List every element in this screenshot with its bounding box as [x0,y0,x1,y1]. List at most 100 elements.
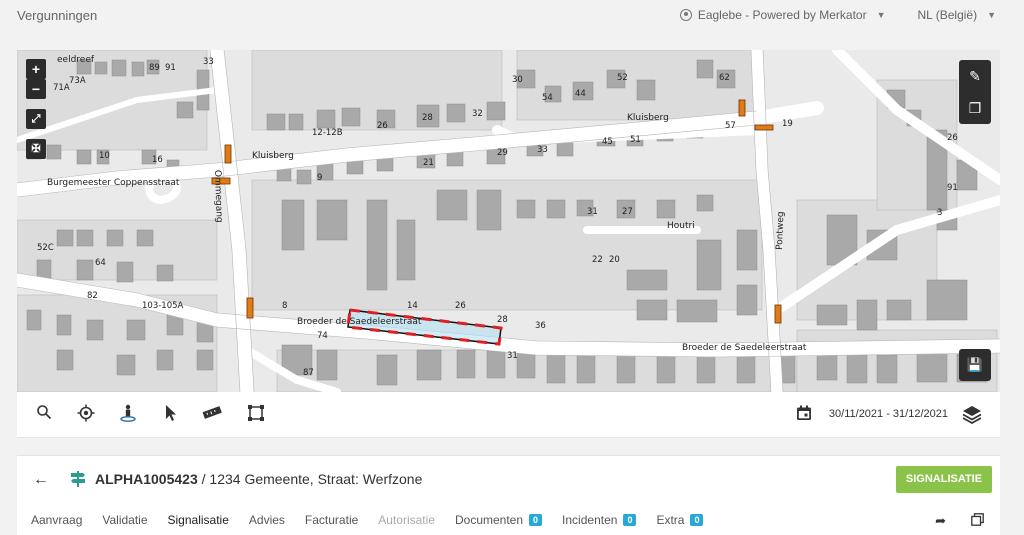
house-number: 44 [575,89,586,99]
signalisatie-button[interactable]: SIGNALISATIE [896,466,992,493]
house-number: 103-105A [142,301,184,311]
house-number: 32 [472,109,483,119]
house-number: 52C [37,243,54,253]
save-icon[interactable]: 💾 [959,349,991,381]
house-number: 26 [947,133,958,143]
street-label: Burgemeester Coppensstraat [47,178,180,188]
copy-paste-icon[interactable]: ❐ [959,92,991,124]
street-view-icon[interactable] [117,404,139,426]
expand-icon[interactable]: ⤢ [26,109,46,129]
user-area: Eaglebe - Powered by Merkator ▼ NL (Belg… [679,8,996,22]
house-number: 71A [53,83,70,93]
tab-bar: Aanvraag Validatie Signalisatie Advies F… [31,513,723,527]
house-number: 19 [782,119,793,129]
count-badge: 0 [623,514,637,526]
tab-validatie[interactable]: Validatie [102,513,147,527]
map-view[interactable]: Burgemeester Coppensstraat Kluisberg Klu… [17,50,1000,392]
house-number: 52 [617,73,628,83]
house-number: 87 [303,368,314,378]
dossier-id: ALPHA1005423 [95,471,198,487]
house-number: 26 [455,301,466,311]
user-menu[interactable]: Eaglebe - Powered by Merkator [698,8,867,22]
house-number: 74 [317,331,328,341]
house-number: 62 [719,73,730,83]
fullscreen-icon[interactable]: ✠ [26,139,46,159]
house-number: 57 [725,121,736,131]
house-number: 82 [87,291,98,301]
chevron-down-icon[interactable]: ▼ [877,10,886,20]
street-label: Kluisberg [252,151,294,161]
tab-documenten[interactable]: Documenten 0 [455,513,543,527]
street-label: Broeder de Saedeleerstraat [682,343,807,353]
count-badge: 0 [529,514,543,526]
house-number: 54 [542,93,553,103]
house-number: 27 [622,207,633,217]
share-icon[interactable]: ➦ [935,513,946,529]
pencil-icon[interactable]: ✎ [959,60,991,92]
house-number: 64 [95,258,106,268]
dossier-description: / 1234 Gemeente, Straat: Werfzone [197,471,423,487]
house-number: 12-12B [312,128,343,138]
house-number: 22 [592,255,603,265]
top-bar: Vergunningen Eaglebe - Powered by Merkat… [0,0,1024,38]
tab-signalisatie[interactable]: Signalisatie [168,513,229,527]
copy-icon[interactable] [971,513,984,526]
house-number: 91 [947,183,958,193]
map-canvas[interactable]: Burgemeester Coppensstraat Kluisberg Klu… [17,50,1000,392]
house-number: 33 [537,145,548,155]
street-label: Kluisberg [627,113,669,123]
house-number: 31 [507,351,518,361]
tab-advies[interactable]: Advies [249,513,285,527]
house-number: 33 [203,57,214,67]
dossier-title: ALPHA1005423 / 1234 Gemeente, Straat: We… [95,471,422,487]
app-title: Vergunningen [17,8,98,23]
signpost-icon [71,471,85,487]
house-number: 3 [937,208,942,218]
house-number: 26 [377,121,388,131]
back-arrow-icon[interactable]: ← [33,471,49,489]
house-number: 89 [149,63,160,73]
chevron-down-icon[interactable]: ▼ [987,10,996,20]
polygon-select-icon[interactable] [245,404,267,426]
house-number: 28 [422,113,433,123]
tab-extra[interactable]: Extra 0 [656,513,704,527]
date-range[interactable]: 30/11/2021 - 31/12/2021 [829,408,948,420]
house-number: 91 [165,63,176,73]
house-number: 20 [609,255,620,265]
user-icon [679,9,692,21]
street-label: Houtri [667,221,695,231]
house-number: 21 [423,158,434,168]
tab-autorisatie: Autorisatie [378,513,435,527]
ruler-icon[interactable] [201,404,223,426]
house-number: 30 [512,75,523,85]
house-number: 31 [587,207,598,217]
house-number: 73A [69,76,86,86]
street-label: eeldreef [57,55,95,65]
street-label: Broeder de Saedeleerstraat [297,317,422,327]
search-icon[interactable] [33,404,55,426]
draw-tools: ✎ ❐ [959,60,991,124]
dossier-panel: ← ALPHA1005423 / 1234 Gemeente, Straat: … [17,455,1000,535]
pointer-icon[interactable] [160,404,182,426]
house-number: 14 [407,301,418,311]
street-label: Ommegang [212,170,224,223]
house-number: 16 [152,155,163,165]
tab-aanvraag[interactable]: Aanvraag [31,513,82,527]
house-number: 29 [497,148,508,158]
zoom-out-button[interactable]: − [26,79,46,99]
house-number: 8 [282,301,287,311]
house-number: 36 [535,321,546,331]
tab-incidenten[interactable]: Incidenten 0 [562,513,637,527]
zoom-in-button[interactable]: + [26,59,46,79]
language-selector[interactable]: NL (België) [918,8,978,22]
house-number: 51 [630,135,641,145]
house-number: 9 [317,173,322,183]
tab-facturatie[interactable]: Facturatie [305,513,358,527]
count-badge: 0 [690,514,704,526]
layers-icon[interactable] [962,404,982,424]
locate-icon[interactable] [75,404,97,426]
house-number: 45 [602,137,613,147]
house-number: 10 [99,151,110,161]
street-label: Pontweg [775,211,786,250]
calendar-icon[interactable] [796,405,812,421]
